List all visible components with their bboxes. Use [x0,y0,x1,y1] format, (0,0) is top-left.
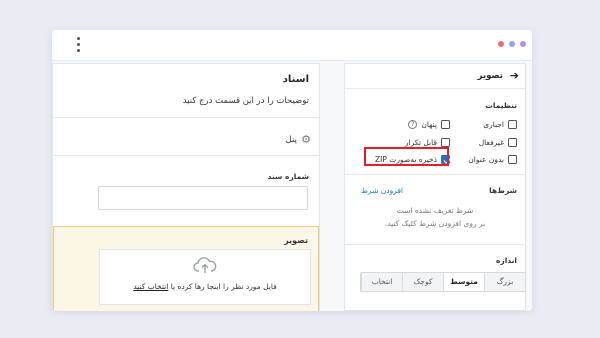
divider [345,244,525,245]
size-option-medium[interactable]: متوسط [443,273,484,291]
doc-number-input[interactable] [98,186,308,210]
document-header: اسناد توضیحات را در این قسمت درج کنید [53,64,319,118]
properties-title: تصویر [477,71,503,81]
checkbox-no-title[interactable]: بدون عنوان [468,155,517,164]
file-dropzone[interactable]: فایل مورد نظر را اینجا رها کرده یا انتخا… [99,249,311,305]
checkbox-hidden[interactable]: پنهان ? [408,120,450,129]
checkbox-required[interactable]: اجباری [483,120,517,129]
purple-dot [520,41,526,47]
divider [345,174,525,175]
more-options-icon[interactable] [76,37,80,52]
size-segmented-control[interactable]: بزرگ متوسط کوچک انتخاب [360,272,526,292]
dropzone-text: فایل مورد نظر را اینجا رها کرده یا انتخا… [100,282,310,291]
settings-title: تنظیمات [485,101,517,110]
window-dots [498,41,526,47]
size-title: اندازه [495,256,517,265]
checkbox-disabled[interactable]: غیرفعال [479,138,517,147]
arrow-right-icon[interactable]: ➔ [510,69,519,83]
page-description: توضیحات را در این قسمت درج کنید [182,96,309,106]
size-option-small[interactable]: کوچک [402,273,443,291]
checkbox-label: پنهان [421,120,437,129]
size-option-large[interactable]: بزرگ [484,273,525,291]
cloud-upload-icon [193,257,217,273]
size-option-choose[interactable]: انتخاب [361,273,402,291]
blue-dot [509,41,515,47]
checkbox-label: غیرفعال [478,138,504,147]
form-preview: اسناد توضیحات را در این قسمت درج کنید ⚙ … [52,63,320,311]
add-condition-link[interactable]: افزودن شرط [361,186,403,195]
checkbox-box[interactable] [508,120,517,129]
checkbox-box[interactable] [508,138,517,147]
checkbox-box[interactable] [441,120,450,129]
properties-panel: ➔ تصویر تنظیمات اجباری پنهان ? غیرفعال ق… [344,63,526,311]
checkbox-label: قابل تکرار [404,138,437,147]
checkbox-box[interactable] [441,138,450,147]
panel-row[interactable]: ⚙ پنل [53,126,319,156]
app-window: اسناد توضیحات را در این قسمت درج کنید ⚙ … [52,30,532,311]
properties-header: ➔ تصویر [345,64,525,89]
highlight-box [364,147,449,166]
checkbox-box[interactable] [508,155,517,164]
help-icon[interactable]: ? [408,120,418,129]
top-bar [52,30,532,61]
page-title: اسناد [282,74,309,85]
checkbox-label: بدون عنوان [468,155,504,164]
image-field-label: تصویر [284,236,308,245]
panel-label: پنل [285,135,297,145]
empty-conditions-line1: شرط تعریف نشده است [396,206,474,215]
choose-file-link[interactable]: انتخاب کنید [133,282,168,291]
checkbox-label: اجباری [483,120,504,129]
checkbox-repeatable[interactable]: قابل تکرار [405,138,450,147]
conditions-title: شرط‌ها [489,186,517,195]
dropzone-hint: فایل مورد نظر را اینجا رها کرده یا [170,282,277,291]
gear-icon[interactable]: ⚙ [299,133,313,147]
doc-number-label: شماره سند [267,172,309,181]
red-dot [498,41,504,47]
image-field-section[interactable]: تصویر فایل مورد نظر را اینجا رها کرده یا… [53,226,319,311]
empty-conditions-line2: بر روی افزودن شرط کلیک کنید. [384,219,486,228]
